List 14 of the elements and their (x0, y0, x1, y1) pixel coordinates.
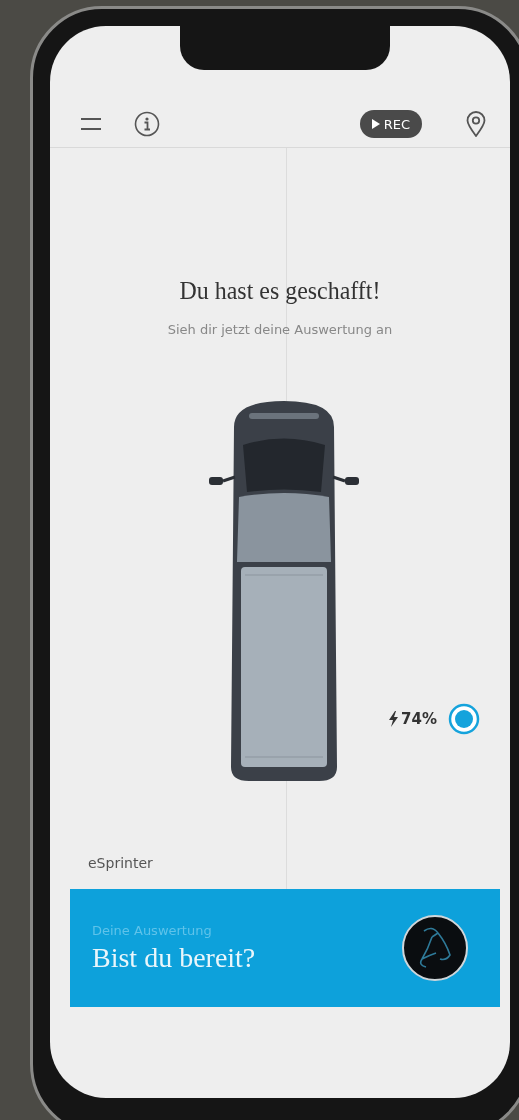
subtitle-text: Sieh dir jetzt deine Auswertung an (166, 322, 394, 337)
location-pin-icon[interactable] (466, 111, 486, 137)
lightning-icon (389, 711, 399, 727)
success-title: Du hast es geschafft! (178, 276, 382, 306)
card-label: Deine Auswertung (92, 922, 213, 938)
play-icon (371, 119, 380, 129)
record-button[interactable]: REC (359, 110, 422, 138)
route-map-drawing (402, 915, 468, 981)
battery-percentage: 74% (401, 710, 437, 728)
card-title: Bist du bereit? (92, 941, 256, 974)
vehicle-name: eSprinter (88, 855, 154, 871)
location-dot-icon (448, 703, 480, 735)
menu-icon[interactable] (80, 118, 102, 130)
info-icon[interactable] (134, 111, 160, 137)
